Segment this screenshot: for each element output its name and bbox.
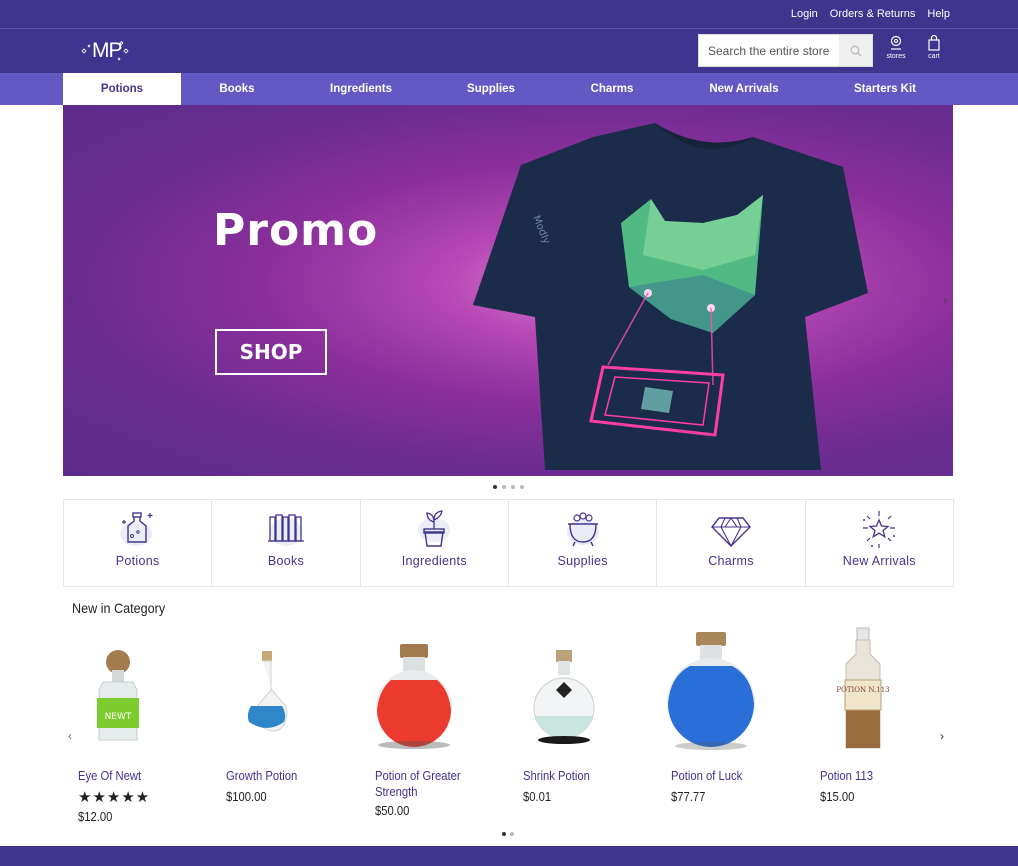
hero-prev-arrow[interactable]: ‹ (69, 293, 73, 307)
slide-dot[interactable] (493, 485, 497, 489)
nav-item-books[interactable]: Books (181, 73, 293, 105)
search-box (698, 34, 873, 67)
nav-item-charms[interactable]: Charms (560, 73, 664, 105)
product-name[interactable]: Growth Potion (226, 768, 334, 784)
shop-button[interactable]: SHOP (215, 329, 327, 375)
product-name[interactable]: Eye Of Newt (78, 768, 186, 784)
slide-dot[interactable] (520, 485, 524, 489)
logo[interactable]: MP (76, 37, 132, 65)
products-pagination (502, 832, 514, 836)
diamond-icon (711, 517, 751, 548)
hero-pagination (493, 485, 524, 489)
cauldron-icon (566, 512, 599, 547)
top-bar: Login Orders & Returns Help (0, 0, 1018, 29)
product-name[interactable]: Potion 113 (820, 768, 928, 784)
header: MP stores cart (0, 29, 1018, 73)
product-card[interactable]: Growth Potion $100.00 (211, 620, 351, 830)
help-link[interactable]: Help (927, 8, 950, 20)
category-label: New Arrivals (842, 554, 916, 568)
category-label: Supplies (557, 554, 608, 568)
stores-button[interactable]: stores (881, 35, 911, 60)
product-card[interactable]: NEWT Eye Of Newt ★★★★★ $12.00 (63, 620, 203, 830)
books-icon (267, 514, 304, 546)
product-card[interactable]: Shrink Potion $0.01 (508, 620, 648, 830)
nav-item-supplies[interactable]: Supplies (436, 73, 546, 105)
growth-potion-bottle-image (247, 651, 288, 732)
potion-of-luck-bottle-image (667, 632, 755, 750)
bottle-label: NEWT (105, 712, 132, 722)
main-nav: Potions Books Ingredients Supplies Charm… (0, 73, 1018, 105)
eye-of-newt-bottle-image: NEWT (97, 650, 139, 741)
nav-item-new-arrivals[interactable]: New Arrivals (686, 73, 802, 105)
category-label: Books (267, 554, 305, 568)
page-dot[interactable] (510, 832, 514, 836)
nav-item-ingredients[interactable]: Ingredients (303, 73, 419, 105)
product-name[interactable]: Potion of Greater Strength (375, 768, 483, 800)
nav-item-potions[interactable]: Potions (63, 73, 181, 105)
logo-text: MP (92, 39, 122, 62)
category-supplies[interactable]: Supplies (509, 500, 658, 586)
category-new-arrivals[interactable]: New Arrivals (806, 500, 953, 586)
potion-113-bottle-image: POTION N.113 (836, 627, 890, 749)
promo-title: Promo (213, 205, 379, 256)
product-card[interactable]: POTION N.113 Potion 113 $15.00 (805, 620, 945, 830)
slide-dot[interactable] (502, 485, 506, 489)
category-label: Ingredients (401, 554, 467, 568)
product-price: $50.00 (375, 804, 410, 818)
category-grid: Potions Books Ingredients Supplies Charm… (63, 499, 954, 587)
cart-button[interactable]: cart (919, 35, 949, 60)
product-name[interactable]: Shrink Potion (523, 768, 631, 784)
category-label: Potions (115, 554, 160, 568)
stores-label: stores (886, 53, 906, 60)
tshirt-image: Modly (473, 123, 868, 470)
hero-next-arrow[interactable]: › (943, 293, 947, 307)
product-card[interactable]: Potion of Luck $77.77 (656, 620, 796, 830)
product-price: $15.00 (820, 790, 855, 804)
shrink-potion-bottle-image (533, 650, 595, 744)
category-potions[interactable]: Potions (64, 500, 213, 586)
footer-bar (0, 846, 1018, 866)
category-label: Charms (708, 554, 754, 568)
sparkle-burst-icon (863, 511, 896, 548)
category-books[interactable]: Books (212, 500, 361, 586)
orders-returns-link[interactable]: Orders & Returns (830, 8, 916, 20)
bottle-label: POTION N.113 (836, 686, 889, 694)
product-price: $12.00 (78, 810, 113, 824)
page-dot[interactable] (502, 832, 506, 836)
category-charms[interactable]: Charms (657, 500, 806, 586)
shopping-bag-icon (928, 35, 940, 51)
product-card[interactable]: Potion of Greater Strength $50.00 (360, 620, 500, 830)
slide-dot[interactable] (511, 485, 515, 489)
nav-item-starters-kit[interactable]: Starters Kit (830, 73, 940, 105)
cart-label: cart (928, 53, 940, 60)
greater-strength-bottle-image (376, 644, 452, 749)
map-pin-icon (890, 35, 902, 50)
product-name[interactable]: Potion of Luck (671, 768, 779, 784)
product-price: $100.00 (226, 790, 267, 804)
hero-banner[interactable]: Modly Promo SHOP ‹ › (63, 105, 953, 476)
product-price: $77.77 (671, 790, 706, 804)
top-links: Login Orders & Returns Help (791, 8, 950, 20)
search-button[interactable] (839, 35, 872, 66)
section-title: New in Category (72, 600, 166, 616)
category-ingredients[interactable]: Ingredients (361, 500, 509, 586)
product-rating: ★★★★★ (78, 789, 151, 806)
product-price: $0.01 (523, 790, 552, 804)
potion-bottle-icon (119, 512, 153, 546)
plant-pot-icon (418, 510, 451, 547)
search-icon (850, 45, 861, 56)
search-input[interactable] (699, 35, 841, 66)
login-link[interactable]: Login (791, 8, 818, 20)
